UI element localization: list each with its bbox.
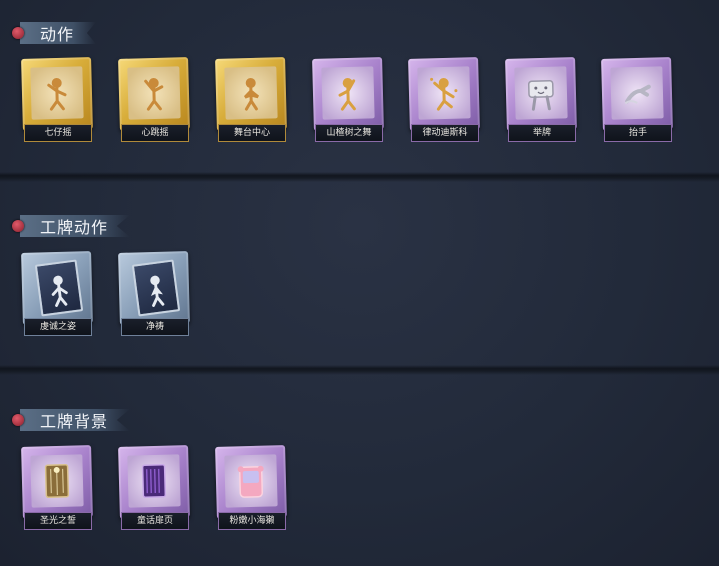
posing-figure-icon bbox=[224, 66, 278, 120]
item-label: 虔诚之姿 bbox=[24, 318, 92, 336]
section-divider bbox=[0, 172, 719, 182]
section-header-badge-actions: 工牌动作 bbox=[12, 213, 131, 239]
item-label: 七仔摇 bbox=[24, 124, 92, 142]
item-card[interactable]: 抬手 bbox=[601, 57, 673, 142]
item-card[interactable]: 童话扉页 bbox=[118, 445, 190, 530]
section-title: 动作 bbox=[20, 22, 97, 44]
badge-background-icon bbox=[127, 454, 181, 508]
badge-pose-icon bbox=[34, 259, 84, 317]
dancing-figure-icon bbox=[321, 66, 375, 120]
section-title: 工牌动作 bbox=[20, 215, 131, 237]
item-card[interactable]: 律动迪斯科 bbox=[408, 57, 480, 142]
item-label: 律动迪斯科 bbox=[411, 124, 479, 142]
item-label: 抬手 bbox=[604, 124, 672, 142]
item-card[interactable]: 山楂树之舞 bbox=[312, 57, 384, 142]
item-card[interactable]: 虔诚之姿 bbox=[21, 251, 93, 336]
item-card[interactable]: 圣光之誓 bbox=[21, 445, 93, 530]
section-header-actions: 动作 bbox=[12, 20, 97, 46]
item-label: 童话扉页 bbox=[121, 512, 189, 530]
item-label: 山楂树之舞 bbox=[315, 124, 383, 142]
item-label: 心跳摇 bbox=[121, 124, 189, 142]
badge-background-icon bbox=[30, 454, 84, 508]
item-label: 举牌 bbox=[508, 124, 576, 142]
pin-icon bbox=[12, 27, 24, 39]
item-label: 粉嫩小海獭 bbox=[218, 512, 286, 530]
item-card[interactable]: 七仔摇 bbox=[21, 57, 93, 142]
item-card[interactable]: 粉嫩小海獭 bbox=[215, 445, 287, 530]
item-card[interactable]: 心跳摇 bbox=[118, 57, 190, 142]
pin-icon bbox=[12, 414, 24, 426]
badge-background-icon bbox=[224, 454, 278, 508]
section-divider bbox=[0, 365, 719, 375]
sign-holding-icon bbox=[514, 66, 568, 120]
section-header-badge-backgrounds: 工牌背景 bbox=[12, 407, 131, 433]
hand-raise-icon bbox=[610, 66, 664, 120]
pin-icon bbox=[12, 220, 24, 232]
item-card[interactable]: 净祷 bbox=[118, 251, 190, 336]
item-card[interactable]: 举牌 bbox=[505, 57, 577, 142]
item-label: 净祷 bbox=[121, 318, 189, 336]
section-title: 工牌背景 bbox=[20, 409, 131, 431]
item-label: 舞台中心 bbox=[218, 124, 286, 142]
dancing-figure-icon bbox=[30, 66, 84, 120]
item-label: 圣光之誓 bbox=[24, 512, 92, 530]
badge-pose-icon bbox=[131, 259, 181, 317]
item-card[interactable]: 舞台中心 bbox=[215, 57, 287, 142]
dancing-figure-icon bbox=[127, 66, 181, 120]
dancing-figure-icon bbox=[417, 66, 471, 120]
